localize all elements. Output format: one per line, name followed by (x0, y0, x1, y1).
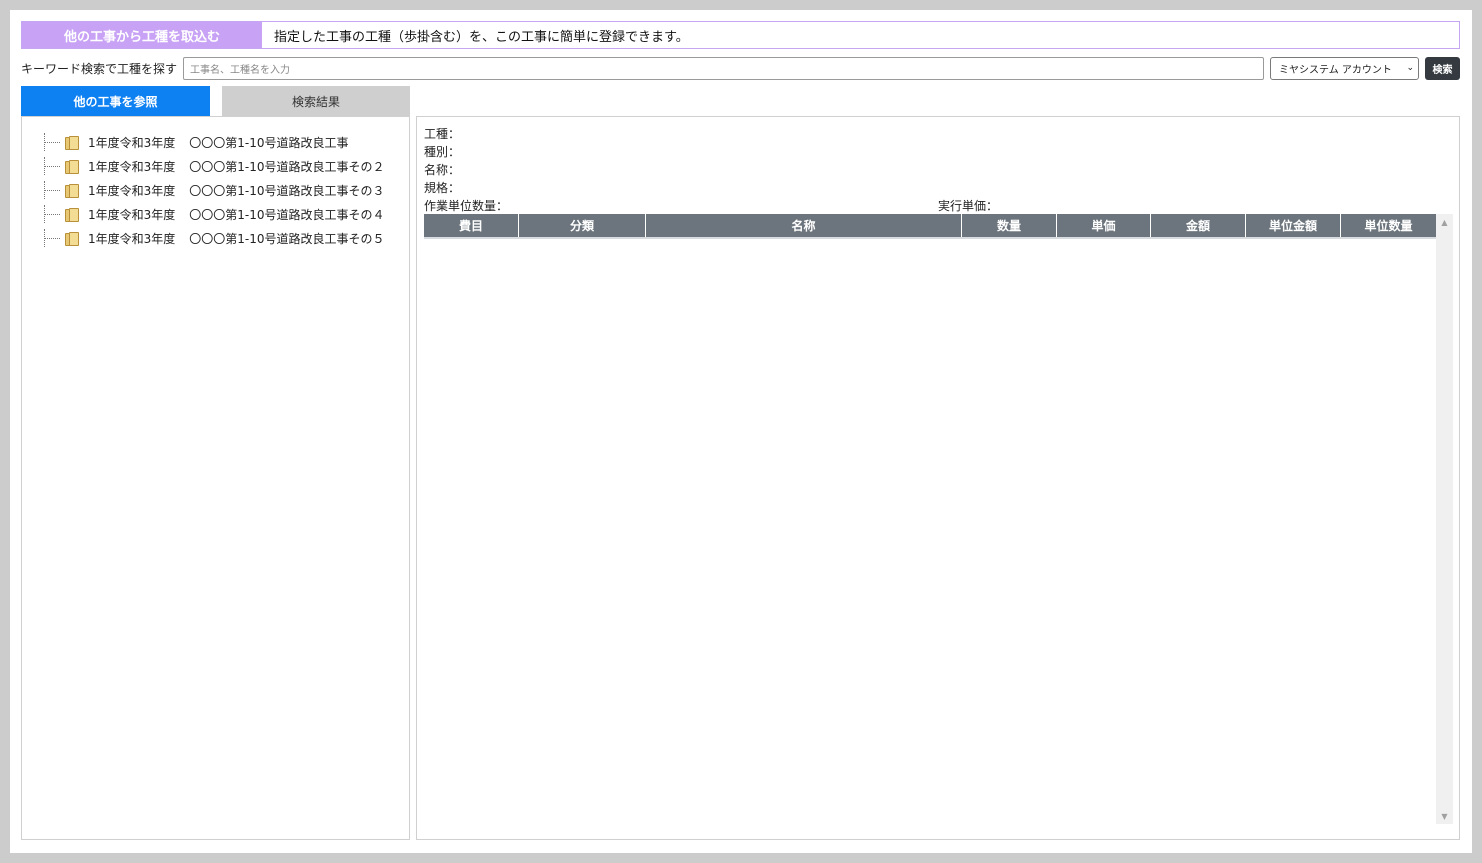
tree-connector (44, 133, 64, 151)
tree-item[interactable]: 1年度令和3年度 〇〇〇第1-10号道路改良工事その４ (44, 205, 385, 223)
tree-item-year: 1年度令和3年度 (88, 231, 176, 246)
tree-item-name: 〇〇〇第1-10号道路改良工事その５ (189, 231, 385, 246)
column-header[interactable]: 名称 (646, 214, 962, 237)
search-button[interactable]: 検索 (1425, 56, 1460, 80)
tree-item[interactable]: 1年度令和3年度 〇〇〇第1-10号道路改良工事その２ (44, 157, 385, 175)
tree-item[interactable]: 1年度令和3年度 〇〇〇第1-10号道路改良工事 (44, 133, 349, 151)
account-select[interactable]: ミヤシステム アカウント ⌄ (1270, 56, 1419, 80)
exec-unit-price-label: 実行単価： (938, 199, 999, 213)
column-header[interactable]: 単価 (1057, 214, 1151, 237)
column-header[interactable]: 数量 (962, 214, 1057, 237)
tree-item-year: 1年度令和3年度 (88, 207, 176, 222)
column-header[interactable]: 単位金額 (1246, 214, 1341, 237)
banner-title: 他の工事から工種を取込む (22, 22, 262, 48)
grid-scrollbar[interactable]: ▲ ▼ (1436, 214, 1453, 824)
search-input[interactable]: 工事名、工種名を入力 (183, 56, 1264, 80)
tree-item[interactable]: 1年度令和3年度 〇〇〇第1-10号道路改良工事その３ (44, 181, 385, 199)
scroll-down-icon[interactable]: ▼ (1436, 808, 1453, 824)
name-label: 名称： (424, 163, 461, 177)
spec-label: 規格： (424, 181, 461, 195)
tree-item-year: 1年度令和3年度 (88, 159, 176, 174)
tree-item-year: 1年度令和3年度 (88, 183, 176, 198)
tree-connector (44, 157, 64, 175)
tree-item-year: 1年度令和3年度 (88, 135, 176, 150)
search-label: キーワード検索で工種を探す (21, 61, 178, 76)
folder-icon (64, 183, 79, 198)
tab-search-results[interactable]: 検索結果 (222, 86, 410, 116)
folder-icon (64, 159, 79, 174)
header-banner: 他の工事から工種を取込む 指定した工事の工種（歩掛含む）を、この工事に簡単に登録… (21, 21, 1460, 49)
search-row: キーワード検索で工種を探す 工事名、工種名を入力 ミヤシステム アカウント ⌄ … (21, 56, 1460, 80)
tree-item-name: 〇〇〇第1-10号道路改良工事 (189, 135, 349, 150)
work-type-label: 工種： (424, 127, 461, 141)
column-header[interactable]: 金額 (1151, 214, 1246, 237)
category-label: 種別： (424, 145, 461, 159)
tree-connector (44, 181, 64, 199)
unit-quantity-label: 作業単位数量： (424, 199, 509, 213)
tree-item-name: 〇〇〇第1-10号道路改良工事その２ (189, 159, 385, 174)
folder-icon (64, 231, 79, 246)
column-header[interactable]: 分類 (519, 214, 646, 237)
banner-description: 指定した工事の工種（歩掛含む）を、この工事に簡単に登録できます。 (274, 29, 689, 45)
project-tree: 1年度令和3年度 〇〇〇第1-10号道路改良工事 1年度令和3年度 〇〇〇第1-… (21, 116, 410, 840)
scroll-up-icon[interactable]: ▲ (1436, 214, 1453, 230)
detail-panel: 工種： 種別： 名称： 規格： 作業単位数量： 実行単価： 費目 分類 名称 数… (416, 116, 1460, 840)
tree-item-name: 〇〇〇第1-10号道路改良工事その４ (189, 207, 385, 222)
grid-header: 費目 分類 名称 数量 単価 金額 単位金額 単位数量 (424, 214, 1436, 239)
tree-connector (44, 229, 64, 247)
column-header[interactable]: 費目 (424, 214, 519, 237)
chevron-down-icon: ⌄ (1406, 63, 1414, 73)
tree-connector (44, 205, 64, 223)
account-select-value: ミヤシステム アカウント (1279, 64, 1392, 76)
tab-reference[interactable]: 他の工事を参照 (21, 86, 210, 116)
folder-icon (64, 135, 79, 150)
tree-item-name: 〇〇〇第1-10号道路改良工事その３ (189, 183, 385, 198)
tree-item[interactable]: 1年度令和3年度 〇〇〇第1-10号道路改良工事その５ (44, 229, 385, 247)
folder-icon (64, 207, 79, 222)
column-header[interactable]: 単位数量 (1341, 214, 1436, 237)
import-dialog: 他の工事から工種を取込む 指定した工事の工種（歩掛含む）を、この工事に簡単に登録… (10, 10, 1472, 853)
